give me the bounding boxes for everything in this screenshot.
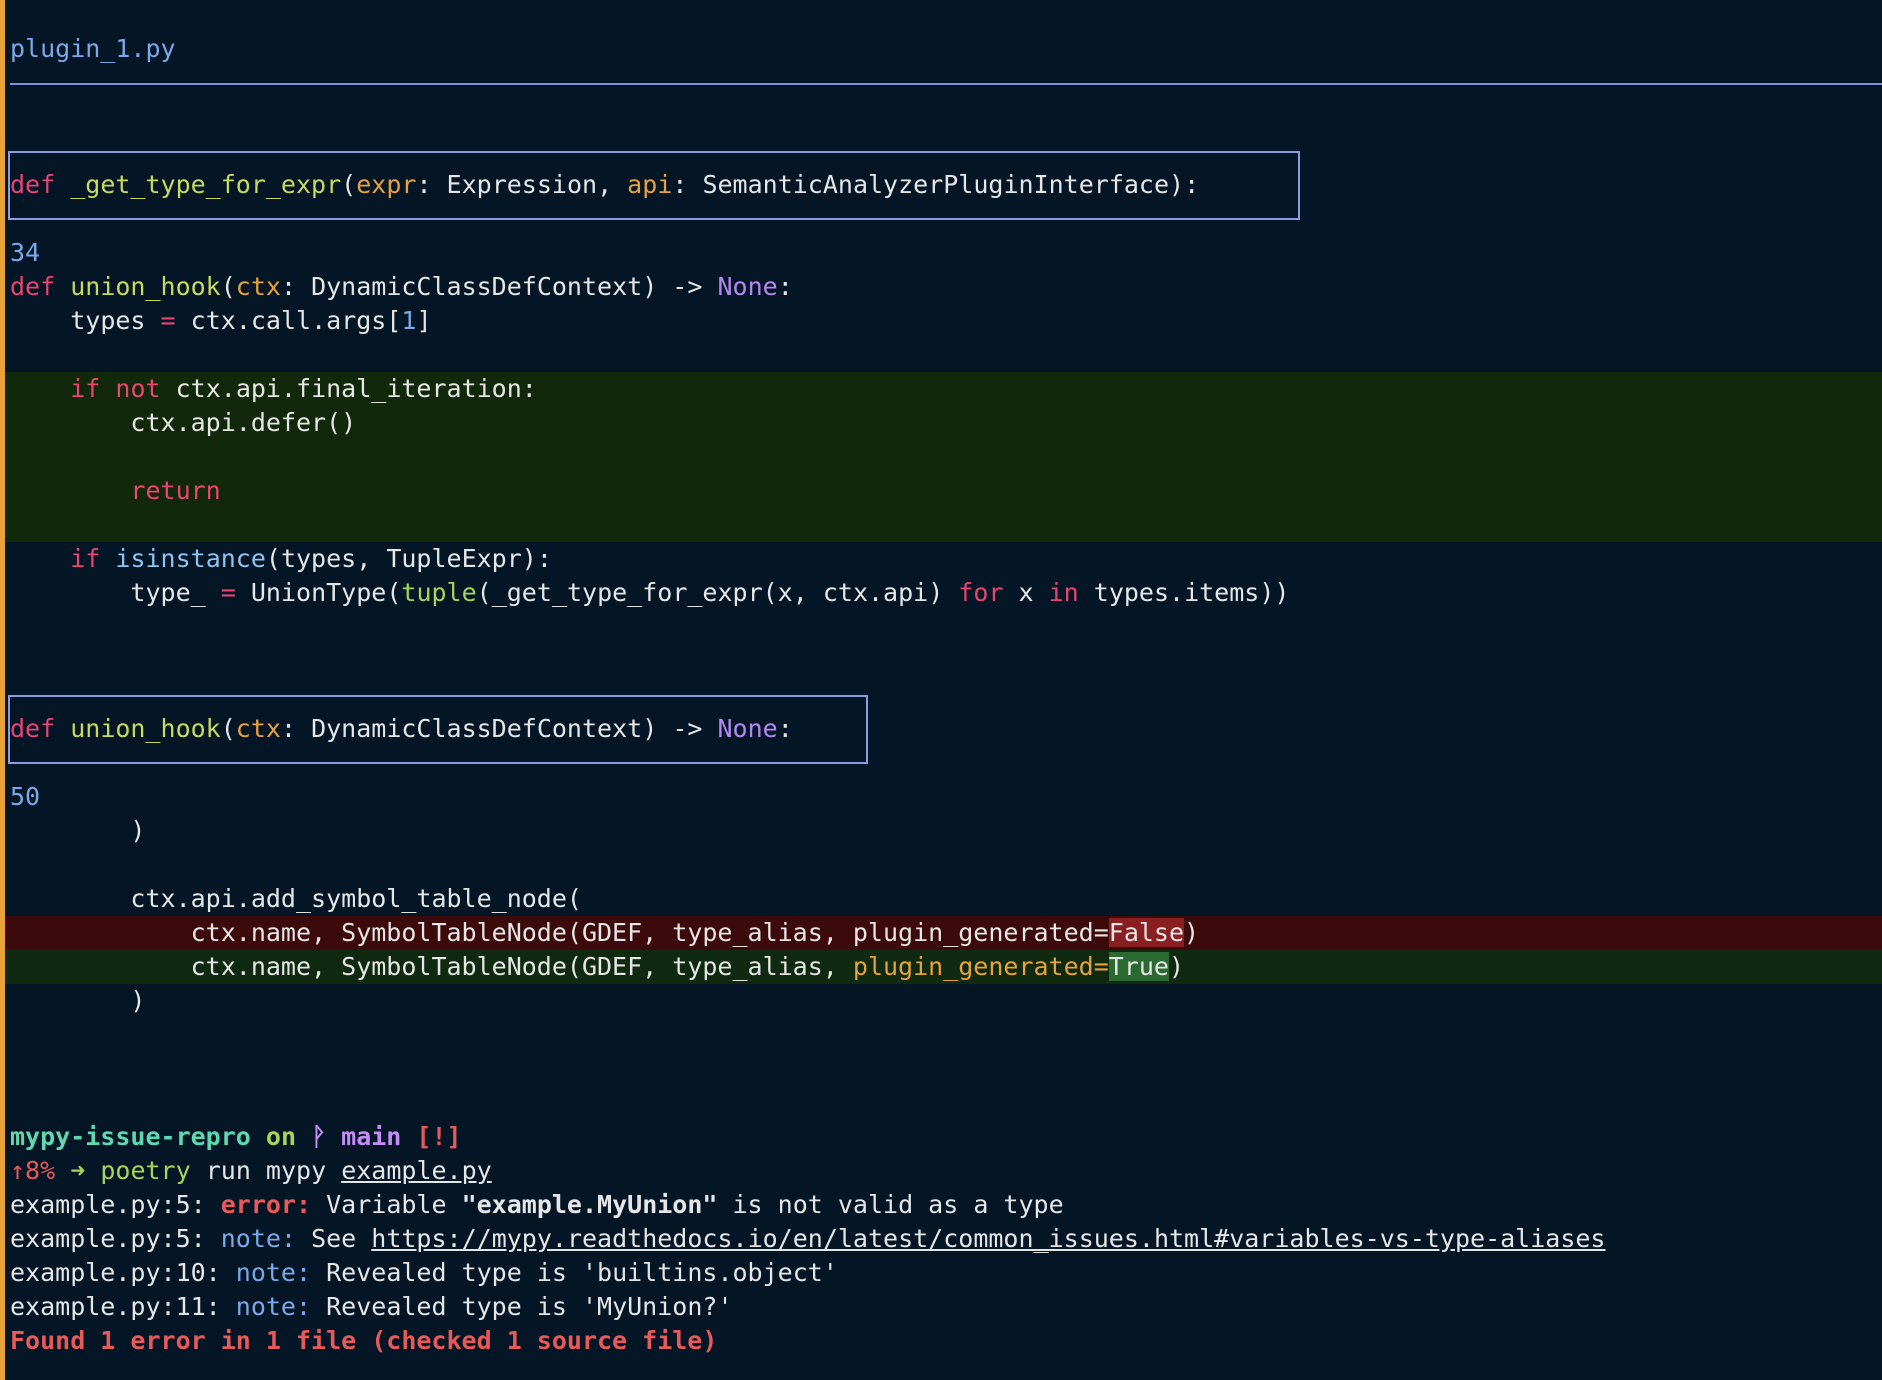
branch-icon: ᚹ (311, 1122, 327, 1151)
output-summary: Found 1 error in 1 file (checked 1 sourc… (10, 1326, 718, 1355)
code-line-removed: ctx.name, SymbolTableNode(GDEF, type_ali… (190, 918, 1200, 947)
code-line: ) (130, 816, 146, 845)
hunk-header-2: def union_hook(ctx: DynamicClassDefConte… (10, 714, 793, 743)
output-line: example.py:5: error: Variable "example.M… (10, 1190, 1064, 1219)
code-line: types = ctx.call.args[1] (70, 306, 432, 335)
code-line: ) (130, 986, 146, 1015)
code-line: ctx.api.add_symbol_table_node( (130, 884, 582, 913)
hunk-line-number-2: 50 (10, 782, 41, 811)
docs-link[interactable]: https://mypy.readthedocs.io/en/latest/co… (371, 1224, 1605, 1253)
code-line-added: return (130, 476, 221, 505)
left-accent-bar (0, 0, 5, 1380)
hunk-line-number-1: 34 (10, 238, 41, 267)
prompt-git-status: [!] (416, 1122, 462, 1151)
code-line: type_ = UnionType(tuple(_get_type_for_ex… (130, 578, 1290, 607)
output-line: example.py:11: note: Revealed type is 'M… (10, 1292, 733, 1321)
prompt-branch: main (341, 1122, 402, 1151)
output-line: example.py:5: note: See https://mypy.rea… (10, 1224, 1606, 1253)
prompt-arrow-icon: ➜ (70, 1156, 86, 1185)
code-line-added: ctx.api.defer() (130, 408, 357, 437)
code-line: def union_hook(ctx: DynamicClassDefConte… (10, 272, 793, 301)
filename-separator (10, 83, 1882, 85)
shell-prompt: mypy-issue-repro on ᚹ main [!] (10, 1122, 462, 1151)
shell-command-line: ↑8% ➜ poetry run mypy example.py (10, 1156, 492, 1185)
prompt-directory: mypy-issue-repro (10, 1122, 251, 1151)
code-line-added: if not ctx.api.final_iteration: (70, 374, 537, 403)
hunk-header-1: def _get_type_for_expr(expr: Expression,… (10, 170, 1200, 199)
code-line-added: ctx.name, SymbolTableNode(GDEF, type_ali… (190, 952, 1185, 981)
code-line: if isinstance(types, TupleExpr): (70, 544, 552, 573)
output-line: example.py:10: note: Revealed type is 'b… (10, 1258, 838, 1287)
command-file-arg: example.py (341, 1156, 492, 1185)
diff-filename: plugin_1.py (10, 34, 176, 63)
